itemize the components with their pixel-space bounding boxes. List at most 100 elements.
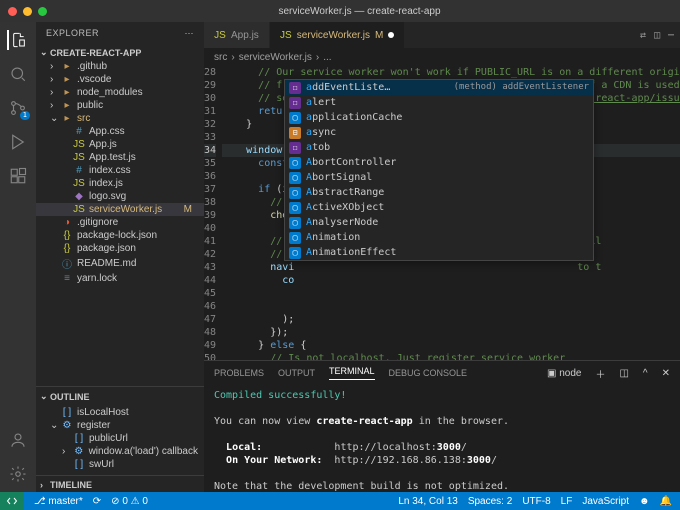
outline-tree: [ ]isLocalHost⌄⚙register[ ]publicUrl›⚙wi… (36, 404, 204, 473)
autocomplete-item[interactable]: ▢applicationCache (285, 110, 593, 125)
tree-item[interactable]: ⓘREADME.md (36, 255, 204, 272)
more-icon[interactable]: ⋯ (185, 28, 195, 39)
tree-item[interactable]: JSindex.js (36, 177, 204, 190)
autocomplete-item[interactable]: ☐addEventListe…(method) addEventListener (285, 80, 593, 95)
file-type-icon: {} (61, 230, 73, 241)
new-terminal-icon[interactable]: ＋ (595, 366, 605, 381)
outline-item[interactable]: [ ]swUrl (36, 458, 204, 471)
outline-item[interactable]: [ ]isLocalHost (36, 406, 204, 419)
editor-tab[interactable]: JSApp.js (204, 22, 270, 48)
tab-label: serviceWorker.js (297, 30, 370, 41)
indentation[interactable]: Spaces: 2 (468, 496, 512, 507)
file-type-icon: JS (73, 139, 85, 150)
compare-icon[interactable]: ⇄ (640, 30, 646, 41)
timeline-section[interactable]: › TIMELINE (36, 478, 204, 492)
bottom-panel: PROBLEMS OUTPUT TERMINAL DEBUG CONSOLE ▣ no… (204, 360, 680, 492)
autocomplete-item[interactable]: ⊟async (285, 125, 593, 140)
tree-item[interactable]: ⌄▸src (36, 112, 204, 125)
tree-item[interactable]: ›▸public (36, 99, 204, 112)
panel-tab[interactable]: OUTPUT (278, 368, 315, 378)
split-editor-icon[interactable]: ◫ (654, 30, 660, 41)
settings-gear-icon[interactable] (8, 464, 28, 484)
breadcrumb-item[interactable]: serviceWorker.js (239, 52, 312, 63)
split-terminal-icon[interactable]: ◫ (619, 368, 628, 379)
problems-status[interactable]: ⊘ 0 ⚠ 0 (111, 496, 148, 507)
code-content[interactable]: // Our service worker won't work if PUBL… (222, 66, 680, 360)
breadcrumb-item[interactable]: ... (323, 52, 331, 63)
chevron-icon: › (50, 100, 57, 111)
language-mode[interactable]: JavaScript (582, 496, 629, 507)
feedback-icon[interactable]: ☻ (639, 496, 650, 507)
symbol-kind-icon: ▢ (289, 232, 301, 244)
panel-tab[interactable]: DEBUG CONSOLE (389, 368, 468, 378)
extensions-icon[interactable] (8, 166, 28, 186)
outline-section[interactable]: ⌄ OUTLINE (36, 389, 204, 404)
tree-item[interactable]: JSserviceWorker.jsM (36, 203, 204, 216)
project-section[interactable]: ⌄ CREATE-REACT-APP (36, 45, 204, 60)
tree-item[interactable]: ◆logo.svg (36, 190, 204, 203)
maximize-panel-icon[interactable]: ^ (643, 368, 648, 379)
more-icon[interactable]: ⋯ (668, 30, 674, 41)
autocomplete-item[interactable]: ▢AbortSignal (285, 170, 593, 185)
breadcrumb-item[interactable]: src (214, 52, 227, 63)
tree-item[interactable]: ›▸.vscode (36, 73, 204, 86)
folder-icon: ▸ (61, 87, 73, 98)
tree-item[interactable]: {}package.json (36, 242, 204, 255)
notifications-icon[interactable]: 🔔 (660, 496, 672, 507)
outline-item[interactable]: ›⚙window.a('load') callback (36, 445, 204, 458)
autocomplete-label: async (306, 126, 336, 139)
panel-tab[interactable]: TERMINAL (329, 366, 375, 380)
close-panel-icon[interactable]: ✕ (662, 368, 670, 379)
tree-item[interactable]: JSApp.test.js (36, 151, 204, 164)
autocomplete-item[interactable]: ▢AbstractRange (285, 185, 593, 200)
autocomplete-item[interactable]: ▢AbortController (285, 155, 593, 170)
encoding[interactable]: UTF-8 (522, 496, 550, 507)
autocomplete-item[interactable]: ▢ActiveXObject (285, 200, 593, 215)
source-control-icon[interactable]: 1 (8, 98, 28, 118)
file-type-icon: JS (73, 204, 85, 215)
file-type-icon: ◑ (61, 217, 73, 228)
tree-item[interactable]: ◑.gitignore (36, 216, 204, 229)
panel-tab[interactable]: PROBLEMS (214, 368, 264, 378)
cursor-position[interactable]: Ln 34, Col 13 (398, 496, 458, 507)
breadcrumbs[interactable]: src › serviceWorker.js › ... (204, 48, 680, 66)
code-editor[interactable]: 2829303132333435363738394041424344454647… (204, 66, 680, 360)
autocomplete-item[interactable]: ▢AnalyserNode (285, 215, 593, 230)
accounts-icon[interactable] (8, 430, 28, 450)
autocomplete-popup[interactable]: ☐addEventListe…(method) addEventListener… (284, 79, 594, 261)
autocomplete-item[interactable]: ☐alert (285, 95, 593, 110)
outline-item[interactable]: ⌄⚙register (36, 419, 204, 432)
tree-item[interactable]: ›▸.github (36, 60, 204, 73)
tree-item[interactable]: ≡yarn.lock (36, 272, 204, 285)
project-name: CREATE-REACT-APP (50, 48, 141, 58)
file-name: README.md (77, 258, 136, 269)
editor-tab[interactable]: JSserviceWorker.js M (270, 22, 406, 48)
git-branch[interactable]: ⎇ master* (34, 496, 83, 507)
sync-icon[interactable]: ⟳ (93, 496, 101, 507)
eol[interactable]: LF (561, 496, 573, 507)
autocomplete-item[interactable]: ▢AnimationEffect (285, 245, 593, 260)
search-icon[interactable] (8, 64, 28, 84)
tree-item[interactable]: #App.css (36, 125, 204, 138)
maximize-window-icon[interactable] (38, 7, 47, 16)
file-type-icon: {} (61, 243, 73, 254)
autocomplete-item[interactable]: ▢Animation (285, 230, 593, 245)
file-name: node_modules (77, 87, 143, 98)
window-title: serviceWorker.js — create-react-app (47, 6, 672, 17)
close-window-icon[interactable] (8, 7, 17, 16)
file-name: src (77, 113, 90, 124)
outline-item[interactable]: [ ]publicUrl (36, 432, 204, 445)
explorer-icon[interactable] (7, 30, 27, 50)
tree-item[interactable]: JSApp.js (36, 138, 204, 151)
tree-item[interactable]: {}package-lock.json (36, 229, 204, 242)
remote-indicator[interactable] (0, 492, 24, 510)
file-name: .vscode (77, 74, 111, 85)
terminal-profile[interactable]: ▣ node (547, 368, 581, 379)
autocomplete-item[interactable]: ☐atob (285, 140, 593, 155)
tree-item[interactable]: #index.css (36, 164, 204, 177)
tree-item[interactable]: ›▸node_modules (36, 86, 204, 99)
scm-badge: 1 (20, 111, 30, 120)
run-debug-icon[interactable] (8, 132, 28, 152)
minimize-window-icon[interactable] (23, 7, 32, 16)
terminal-output[interactable]: Compiled successfully!You can now view c… (204, 385, 680, 492)
